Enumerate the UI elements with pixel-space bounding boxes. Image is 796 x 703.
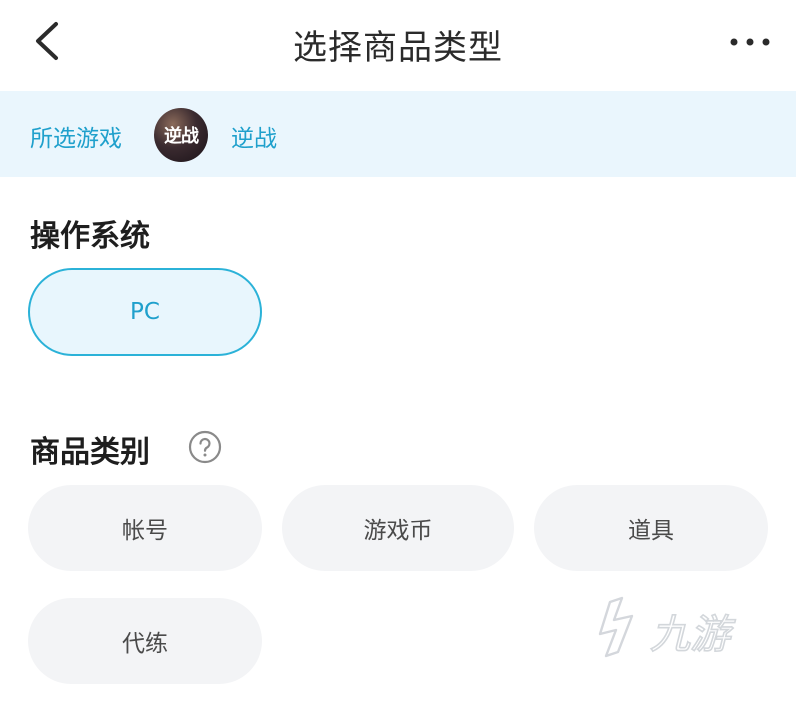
question-circle-icon <box>188 430 222 464</box>
chevron-left-icon <box>36 22 58 60</box>
svg-text:九游: 九游 <box>650 612 736 658</box>
category-option-game-currency[interactable]: 游戏币 <box>282 485 514 571</box>
selected-game-bar: 所选游戏 逆战 <box>0 91 796 177</box>
jiuyou-logo-icon: 九游 <box>598 596 737 659</box>
os-section-title: 操作系统 <box>30 219 150 254</box>
more-options-button[interactable] <box>720 20 780 64</box>
category-option-account[interactable]: 帐号 <box>28 485 262 571</box>
selected-game-name[interactable]: 逆战 <box>231 119 277 153</box>
os-option-pc[interactable]: PC <box>28 268 262 356</box>
category-option-boosting[interactable]: 代练 <box>28 598 262 684</box>
top-nav-bar: 选择商品类型 <box>0 0 796 90</box>
category-section-title: 商品类别 <box>30 435 150 470</box>
back-button[interactable] <box>22 14 76 68</box>
more-horizontal-icon <box>730 38 770 46</box>
game-avatar[interactable]: 逆战 <box>154 108 208 162</box>
selected-game-label: 所选游戏 <box>30 126 122 152</box>
help-button[interactable] <box>188 430 222 464</box>
jiuyou-watermark: 九游 <box>592 594 762 668</box>
page-title: 选择商品类型 <box>293 28 503 68</box>
game-avatar-text: 逆战 <box>164 126 199 147</box>
category-option-items[interactable]: 道具 <box>534 485 768 571</box>
